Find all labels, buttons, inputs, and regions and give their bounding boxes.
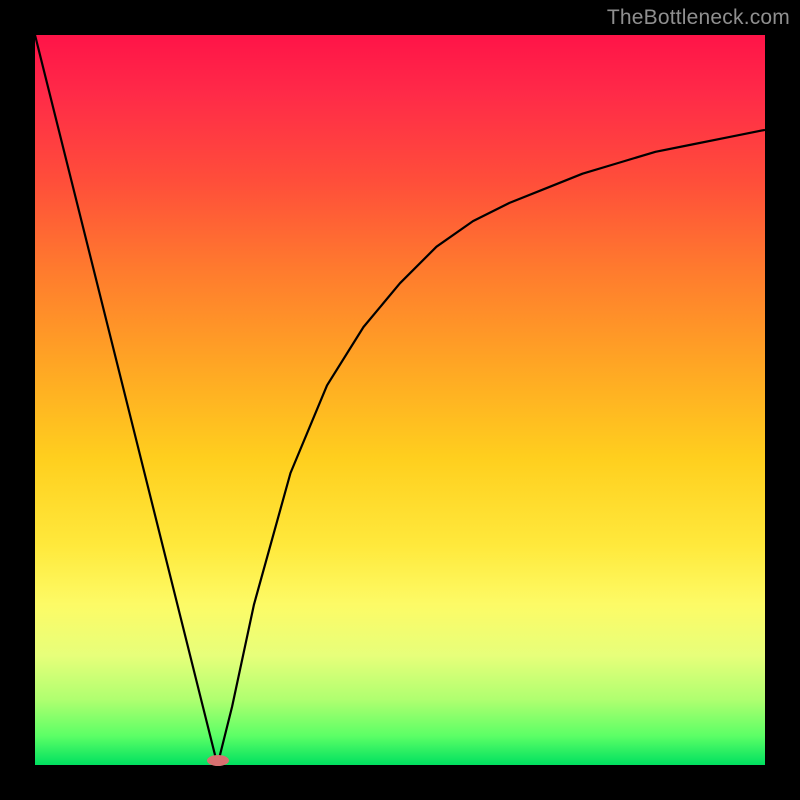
chart-frame: TheBottleneck.com [0, 0, 800, 800]
plot-area [35, 35, 765, 765]
watermark-text: TheBottleneck.com [607, 6, 790, 30]
curve-path [35, 35, 765, 765]
bottleneck-curve [35, 35, 765, 765]
optimum-marker [207, 755, 229, 766]
